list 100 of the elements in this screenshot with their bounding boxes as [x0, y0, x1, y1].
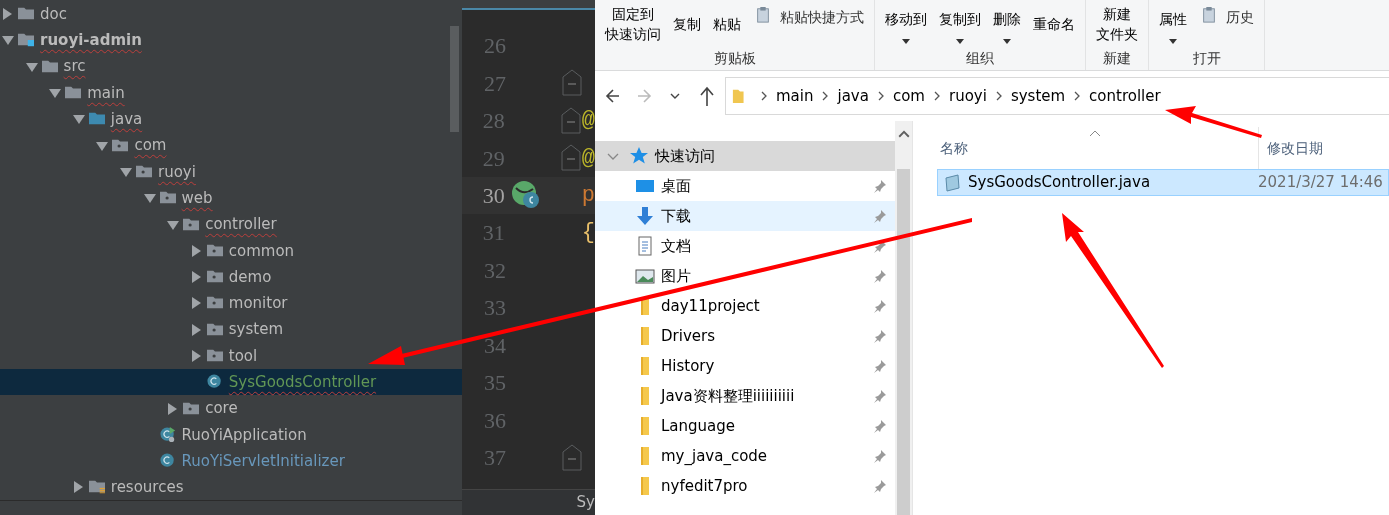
expanded-arrow-icon[interactable]	[94, 139, 111, 152]
ribbon-button[interactable]: 固定到 快速访问	[601, 0, 665, 48]
address-crumb[interactable]: system	[1008, 84, 1068, 108]
line-number: 29	[481, 144, 505, 173]
tree-item-label[interactable]: ruoyi	[158, 160, 196, 184]
tree-item-label[interactable]: ruoyi-admin	[40, 29, 142, 52]
nav-item[interactable]: nyfedit7pro	[595, 471, 895, 501]
tree-item-label[interactable]: common	[228, 239, 295, 263]
expanded-arrow-icon[interactable]	[118, 165, 134, 178]
caret-icon	[1003, 39, 1011, 44]
pin-icon[interactable]	[873, 479, 887, 493]
sort-icon	[1089, 129, 1101, 137]
scrollbar[interactable]	[895, 121, 913, 515]
line-number: 33	[483, 294, 506, 323]
tree-item-label[interactable]: resources	[110, 476, 184, 499]
pin-icon[interactable]	[873, 179, 887, 193]
ribbon-button[interactable]: 属性	[1155, 0, 1191, 48]
tree-item-label[interactable]: RuoYiApplication	[181, 423, 307, 447]
tree-item-label[interactable]: doc	[40, 2, 67, 26]
ribbon-button[interactable]: 粘贴快捷方式	[749, 0, 868, 48]
scroll-up-icon[interactable]	[896, 129, 911, 139]
line-number: 35	[483, 369, 506, 398]
ribbon-button[interactable]: 新建 文件夹	[1092, 0, 1142, 48]
tree-item-label[interactable]: demo	[228, 265, 272, 289]
chevron-icon	[994, 90, 1003, 102]
tree-item-label[interactable]: core	[205, 397, 238, 420]
line-number: 31	[481, 219, 505, 248]
nav-item[interactable]: Java资料整理iiiiiiiiii	[595, 381, 895, 411]
spring-bean-icon[interactable]	[510, 180, 541, 211]
ribbon-button[interactable]: 粘贴	[709, 0, 745, 48]
address-crumb[interactable]: ruoyi	[946, 84, 989, 108]
tree-item-label[interactable]: controller	[205, 213, 277, 236]
tree-item-label[interactable]: tool	[228, 344, 258, 368]
expanded-arrow-icon[interactable]	[47, 87, 64, 100]
tree-item-label[interactable]: monitor	[228, 292, 288, 315]
expanded-arrow-icon[interactable]	[0, 34, 16, 47]
address-crumb[interactable]: main	[774, 84, 816, 108]
ribbon-group-label: 新建	[1102, 49, 1132, 68]
ribbon-group-label: 打开	[1191, 49, 1222, 68]
ribbon-button[interactable]: 移动到	[881, 0, 931, 48]
chevron-icon	[821, 90, 830, 102]
nav-item[interactable]: 桌面	[595, 171, 895, 201]
nav-item[interactable]: Drivers	[595, 321, 895, 351]
fold-marker-icon[interactable]	[560, 106, 581, 135]
tree-item-label[interactable]: SysGoodsController	[228, 371, 377, 394]
line-number: 36	[483, 406, 506, 435]
address-crumb[interactable]: com	[890, 84, 927, 108]
tree-item-label[interactable]: com	[134, 134, 167, 157]
pin-icon[interactable]	[873, 389, 887, 403]
ribbon-button[interactable]: 历史	[1195, 0, 1258, 48]
expanded-arrow-icon[interactable]	[141, 192, 158, 205]
image-icon	[635, 266, 655, 286]
download-arrow-icon	[635, 206, 655, 226]
column-header[interactable]: 修改日期	[1259, 137, 1323, 159]
ribbon-button[interactable]: 重命名	[1029, 0, 1079, 48]
tree-item-label[interactable]: web	[181, 186, 213, 210]
code-text: p	[581, 181, 595, 210]
address-crumb[interactable]: java	[835, 84, 871, 108]
nav-item[interactable]: 下载	[595, 201, 895, 231]
fold-marker-icon[interactable]	[560, 144, 581, 173]
selected-row[interactable]: SysGoodsController	[0, 369, 462, 396]
ribbon-button[interactable]: 复制	[669, 0, 705, 48]
ribbon-button[interactable]: 复制到	[935, 0, 985, 48]
line-number: 30	[481, 181, 505, 210]
package-icon	[134, 163, 154, 180]
ribbon-group-label: 剪贴板	[712, 49, 757, 68]
scrollbar[interactable]	[450, 26, 459, 132]
nav-item[interactable]: Language	[595, 411, 895, 441]
pin-icon[interactable]	[873, 209, 887, 223]
pin-icon[interactable]	[873, 359, 887, 373]
pin-icon[interactable]	[873, 449, 887, 463]
tree-item-label[interactable]: main	[87, 81, 125, 105]
module-icon	[16, 32, 36, 49]
pin-icon[interactable]	[873, 299, 887, 313]
expanded-arrow-icon[interactable]	[70, 113, 87, 126]
address-bar[interactable]: main java com ruoyi system controller	[725, 77, 1389, 115]
nav-item[interactable]: 图片	[595, 261, 895, 291]
tree-item-label[interactable]: src	[63, 55, 86, 78]
line-number: 27	[483, 69, 506, 98]
file-row[interactable]: SysGoodsController.java 2021/3/27 14:46	[937, 169, 1389, 196]
tree-item-label[interactable]: system	[228, 318, 284, 341]
tree-item-label[interactable]: java	[110, 108, 143, 131]
expanded-arrow-icon[interactable]	[165, 218, 182, 231]
expanded-arrow-icon[interactable]	[23, 60, 40, 73]
nav-item[interactable]: 文档	[595, 231, 895, 261]
nav-item[interactable]: 快速访问	[595, 141, 895, 171]
pin-icon[interactable]	[873, 329, 887, 343]
breadcrumb[interactable]: Sy	[576, 491, 595, 514]
fold-marker-icon[interactable]	[562, 69, 582, 98]
address-crumb[interactable]: controller	[1087, 84, 1163, 108]
pin-icon[interactable]	[873, 269, 887, 283]
package-icon	[204, 321, 225, 338]
chevron-icon	[760, 90, 768, 102]
code-text: @	[581, 107, 595, 136]
nav-item[interactable]: History	[595, 351, 895, 381]
fold-marker-icon[interactable]	[562, 443, 582, 472]
nav-item[interactable]: my_java_code	[595, 441, 895, 471]
ribbon-button[interactable]: 删除	[989, 0, 1025, 48]
pin-icon[interactable]	[873, 419, 887, 433]
chevron-icon	[876, 90, 885, 102]
